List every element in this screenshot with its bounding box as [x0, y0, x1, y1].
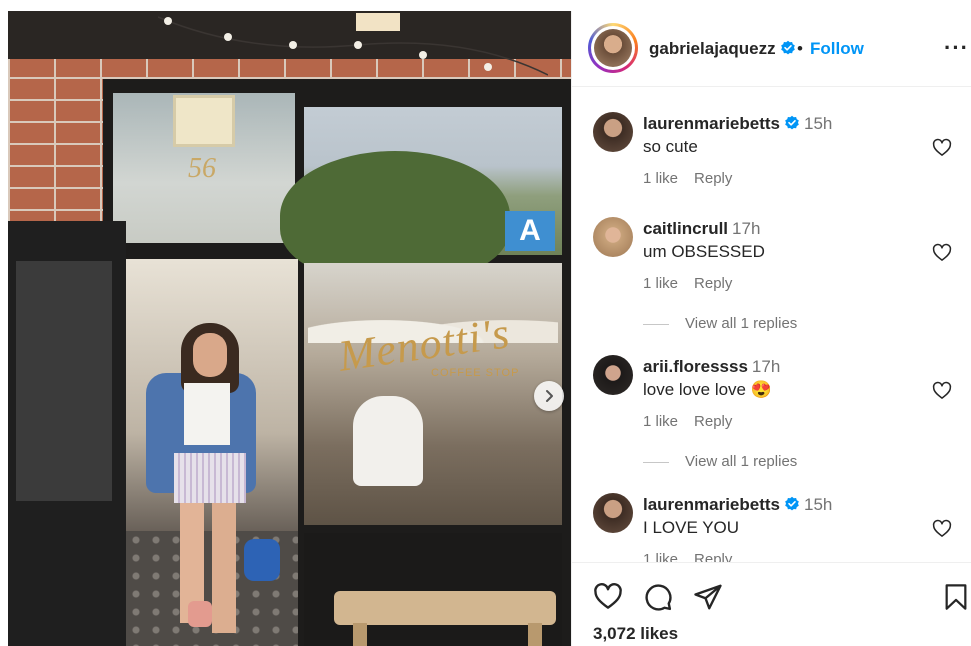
heart-icon[interactable]	[593, 582, 623, 612]
reply-button[interactable]: Reply	[694, 551, 732, 562]
avatar[interactable]	[593, 112, 633, 152]
lamp	[173, 95, 235, 147]
wooden-bench	[334, 591, 556, 625]
comments-list[interactable]: laurenmariebetts 15h so cute 1 like Reply …	[572, 88, 971, 562]
view-replies-label: View all 1 replies	[685, 453, 798, 470]
more-options-icon[interactable]: ···	[944, 35, 969, 61]
post-side-panel: gabrielajaquezz • Follow ··· laurenmarie…	[571, 11, 971, 646]
comment-likes[interactable]: 1 like	[643, 413, 678, 430]
reply-button[interactable]: Reply	[694, 275, 732, 292]
avatar[interactable]	[593, 355, 633, 395]
comment-likes[interactable]: 1 like	[643, 551, 678, 562]
tree-reflection	[280, 151, 510, 281]
comment-meta: 1 like Reply	[643, 413, 748, 430]
door-panel	[16, 261, 112, 501]
comment-text: love love love 😍	[643, 380, 772, 399]
comment-time[interactable]: 15h	[804, 495, 832, 514]
avatar	[594, 29, 632, 67]
address-number: 56	[188, 153, 216, 184]
comment-likes[interactable]: 1 like	[643, 170, 678, 187]
comment-username-line: laurenmariebetts 15h	[643, 114, 832, 134]
comment-username[interactable]: caitlincrull	[643, 219, 728, 238]
comment-text: I LOVE YOU	[643, 518, 740, 537]
tote-bag	[244, 539, 280, 581]
bookmark-icon[interactable]	[942, 582, 970, 612]
heart-icon[interactable]	[932, 381, 952, 401]
comment-username-line: arii.floressss 17h	[643, 357, 780, 377]
separator-dot: •	[797, 39, 803, 58]
story-ring-inner	[591, 26, 635, 70]
bench-leg	[353, 623, 367, 646]
view-replies-label: View all 1 replies	[685, 315, 798, 332]
send-icon[interactable]	[693, 582, 723, 612]
view-replies-button[interactable]: View all 1 replies	[643, 453, 797, 470]
reply-button[interactable]: Reply	[694, 170, 732, 187]
story-ring[interactable]	[588, 23, 638, 73]
comment-time[interactable]: 15h	[804, 114, 832, 133]
person-leg	[212, 503, 236, 633]
post-photo[interactable]: 56 A Menotti's COFFEE STOP	[8, 11, 571, 646]
view-replies-button[interactable]: View all 1 replies	[643, 315, 797, 332]
window-base-panel	[304, 533, 562, 646]
comment-time[interactable]: 17h	[732, 219, 760, 238]
replies-divider	[643, 461, 669, 463]
chevron-right-icon	[546, 390, 553, 402]
comment-username[interactable]: laurenmariebetts	[643, 114, 780, 133]
comment-likes[interactable]: 1 like	[643, 275, 678, 292]
comment-text: um OBSESSED	[643, 242, 765, 261]
bench-leg	[528, 623, 542, 646]
carousel-next-button[interactable]	[534, 381, 564, 411]
heart-icon[interactable]	[932, 243, 952, 263]
verified-badge-icon	[785, 115, 799, 130]
comment-meta: 1 like Reply	[643, 551, 748, 562]
heart-icon[interactable]	[932, 519, 952, 539]
person-shoe	[188, 601, 212, 627]
avatar[interactable]	[593, 217, 633, 257]
comment-meta: 1 like Reply	[643, 275, 748, 292]
reply-button[interactable]: Reply	[694, 413, 732, 430]
replies-divider	[643, 323, 669, 325]
comment-time[interactable]: 17h	[752, 357, 780, 376]
comment-meta: 1 like Reply	[643, 170, 748, 187]
post-actions: 3,072 likes	[572, 562, 971, 646]
comment-username-line: laurenmariebetts 15h	[643, 495, 832, 515]
verified-badge-icon	[780, 40, 795, 55]
post-author-username[interactable]: gabrielajaquezz	[649, 39, 796, 59]
comment-username[interactable]: arii.floressss	[643, 357, 748, 376]
post-header: gabrielajaquezz • Follow ···	[572, 11, 971, 87]
comment-username-line: caitlincrull 17h	[643, 219, 760, 239]
reflection-person	[353, 396, 423, 486]
verified-badge-icon	[785, 496, 799, 511]
shop-sign-subtext: COFFEE STOP	[431, 367, 520, 379]
grade-badge: A	[505, 211, 555, 251]
person-shorts	[174, 453, 246, 503]
follow-button[interactable]: Follow	[810, 39, 864, 59]
likes-count[interactable]: 3,072 likes	[593, 624, 678, 644]
avatar[interactable]	[593, 493, 633, 533]
post-author-name: gabrielajaquezz	[649, 39, 776, 58]
comment-username[interactable]: laurenmariebetts	[643, 495, 780, 514]
comment-text: so cute	[643, 137, 698, 156]
heart-icon[interactable]	[932, 138, 952, 158]
person-top	[184, 383, 230, 445]
comment-icon[interactable]	[643, 582, 673, 612]
person-face	[193, 333, 227, 377]
